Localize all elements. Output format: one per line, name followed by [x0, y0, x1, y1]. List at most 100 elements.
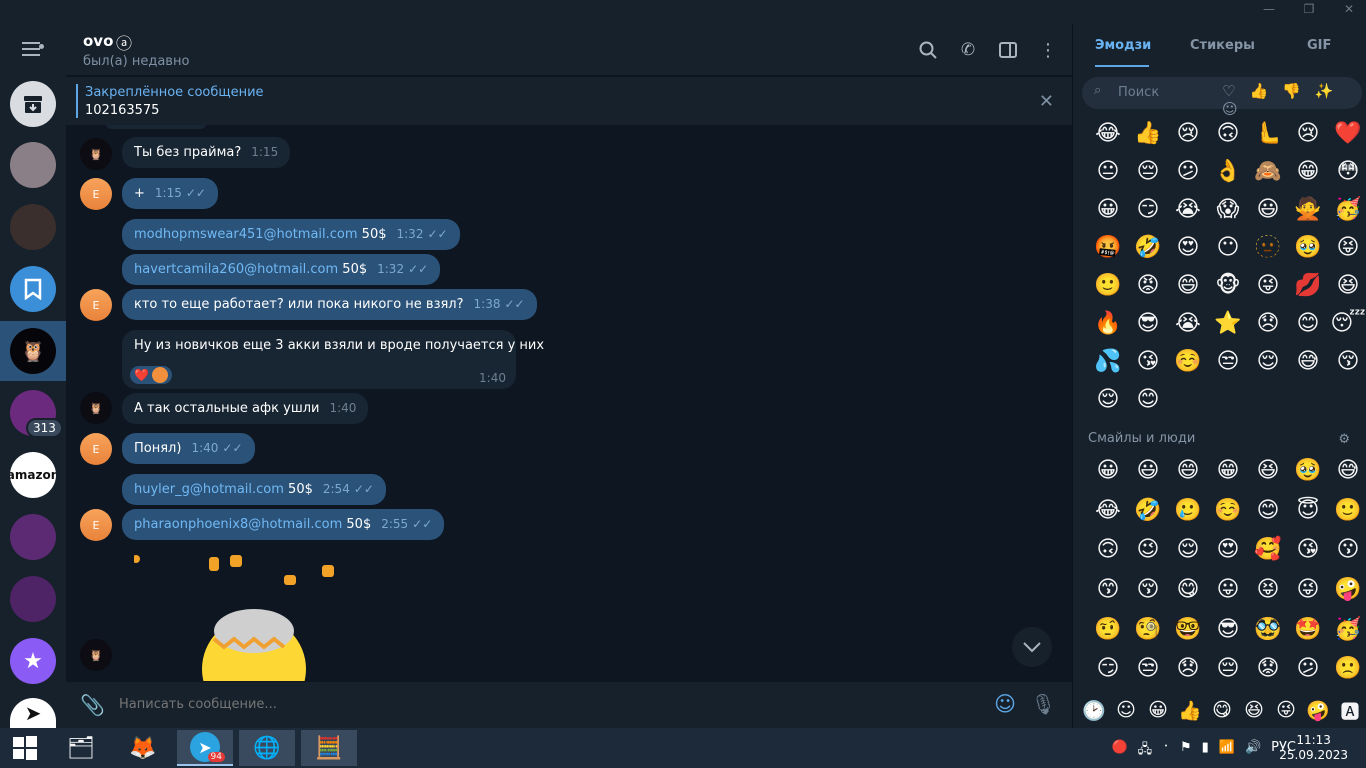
emoji-button[interactable]: 😇: [1288, 497, 1328, 525]
emoji-button[interactable]: 😭: [1168, 196, 1208, 224]
emoji-button[interactable]: 😝: [1248, 576, 1288, 604]
emoji-search[interactable]: ⌕ Поиск ♡👍👎✨☺: [1082, 77, 1362, 118]
emoji-button[interactable]: ☺️: [1208, 497, 1248, 525]
emoji-button[interactable]: 😁: [1288, 158, 1328, 186]
message-bubble[interactable]: А так остальные афк ушли 1:40: [122, 393, 369, 424]
emoji-button[interactable]: 🙂: [1088, 272, 1128, 300]
emoji-button[interactable]: 🙂: [1328, 497, 1366, 525]
more-menu-icon[interactable]: ⋮: [1038, 40, 1058, 61]
emoji-button[interactable]: 😌: [1088, 386, 1128, 414]
scroll-down-button[interactable]: [1012, 627, 1052, 667]
message-bubble[interactable]: pharaonphoenix8@hotmail.com 50$ 2:55 ✓✓: [122, 509, 445, 540]
flag-icon[interactable]: ⚑: [1180, 740, 1192, 762]
emoji-button[interactable]: 😎: [1128, 310, 1168, 338]
emoji-button[interactable]: 👍: [1128, 120, 1168, 148]
message-bubble[interactable]: Ну из новичков еще 3 акки взяли и вроде …: [122, 330, 544, 389]
emoji-button[interactable]: 😌: [1248, 348, 1288, 376]
emoji-button[interactable]: 😡: [1128, 272, 1168, 300]
emoji-button[interactable]: 🥲: [1168, 497, 1208, 525]
emoji-button[interactable]: 😄: [1168, 457, 1208, 485]
emoji-button[interactable]: 🤨: [1088, 616, 1128, 644]
emoji-button[interactable]: 😒: [1208, 348, 1248, 376]
sidebar-toggle-icon[interactable]: [998, 40, 1018, 60]
emoji-button[interactable]: 💦: [1088, 348, 1128, 376]
chat-avatar-2[interactable]: [10, 204, 56, 250]
emoji-button[interactable]: 🙃: [1208, 120, 1248, 148]
chat-item-ovo-active[interactable]: 🦉: [0, 321, 66, 381]
emoji-button[interactable]: 😆: [1328, 272, 1366, 300]
chat-avatar-cryptomix-2[interactable]: [10, 514, 56, 560]
emoji-button[interactable]: 😝: [1328, 234, 1366, 262]
emoji-button[interactable]: ❤️: [1328, 120, 1366, 148]
microphone-icon[interactable]: 🎙: [1031, 692, 1056, 716]
emoji-button[interactable]: 🧐: [1128, 616, 1168, 644]
emoji-button[interactable]: 😀: [1088, 457, 1128, 485]
emoji-button[interactable]: 👌: [1208, 158, 1248, 186]
emoji-button[interactable]: 😱: [1208, 196, 1248, 224]
emoji-category-tab[interactable]: ☺: [1113, 699, 1139, 721]
menu-icon[interactable]: [22, 42, 44, 58]
emoji-button[interactable]: 🥹: [1288, 234, 1328, 262]
close-icon[interactable]: ✕: [1039, 91, 1054, 112]
file-explorer-icon[interactable]: 🗂: [53, 730, 109, 766]
owl-avatar[interactable]: 🦉: [80, 392, 112, 424]
chrome-icon[interactable]: 🌐: [239, 730, 295, 766]
message-bubble[interactable]: havertcamila260@hotmail.com 50$ 1:32 ✓✓: [122, 254, 441, 285]
message-bubble[interactable]: Понял) 1:40 ✓✓: [122, 433, 255, 464]
emoji-button[interactable]: 😅: [1328, 457, 1366, 485]
close-window-icon[interactable]: ✕: [1342, 2, 1356, 16]
emoji-button[interactable]: 😶: [1208, 234, 1248, 262]
emoji-button[interactable]: 😢: [1168, 120, 1208, 148]
emoji-category-tab[interactable]: 👍: [1177, 699, 1203, 722]
windows-start-icon[interactable]: [0, 730, 50, 766]
user-avatar-e[interactable]: E: [80, 433, 112, 465]
emoji-button[interactable]: 🥰: [1248, 536, 1288, 564]
clock[interactable]: 11:13 25.09.2023: [1279, 733, 1348, 763]
phone-icon[interactable]: ✆: [958, 40, 978, 60]
message-bubble[interactable]: кто то еще работает? или пока никого не …: [122, 289, 537, 320]
emoji-button[interactable]: 😐: [1088, 158, 1128, 186]
emoji-button[interactable]: 😔: [1128, 158, 1168, 186]
emoji-button[interactable]: 🤣: [1128, 497, 1168, 525]
emoji-category-tab[interactable]: 🅰: [1337, 697, 1363, 724]
emoji-category-icons[interactable]: ♡👍👎✨☺: [1222, 82, 1362, 118]
emoji-button[interactable]: 😊: [1248, 497, 1288, 525]
emoji-button[interactable]: 🙁: [1328, 655, 1366, 683]
user-avatar-e[interactable]: E: [80, 289, 112, 321]
user-avatar-e[interactable]: E: [80, 178, 112, 210]
firefox-icon[interactable]: 🦊: [115, 730, 171, 766]
emoji-button[interactable]: 😊: [1288, 310, 1328, 338]
emoji-button[interactable]: ⭐: [1208, 310, 1248, 338]
battery-icon[interactable]: ▮: [1202, 740, 1209, 762]
tab-stickers[interactable]: Стикеры: [1190, 38, 1255, 53]
star-icon[interactable]: ★: [10, 638, 56, 684]
emoji-button[interactable]: 😏: [1088, 655, 1128, 683]
message-input[interactable]: [119, 697, 959, 712]
message-bubble[interactable]: modhopmswear451@hotmail.com 50$ 1:32 ✓✓: [122, 219, 460, 250]
emoji-button[interactable]: 😞: [1248, 310, 1288, 338]
settings-sliders-icon[interactable]: ⚙: [1338, 432, 1350, 447]
emoji-category-tab[interactable]: 😆: [1241, 699, 1267, 721]
emoji-button[interactable]: 🤩: [1288, 616, 1328, 644]
calculator-icon[interactable]: 🧮: [301, 730, 357, 766]
emoji-button[interactable]: 😴: [1328, 310, 1366, 338]
emoji-category-tab[interactable]: 🤪: [1305, 699, 1331, 722]
emoji-button[interactable]: 🤓: [1168, 616, 1208, 644]
pinned-message[interactable]: Закреплённое сообщение 102163575 ✕: [66, 77, 1072, 125]
chat-avatar-amazon[interactable]: amazon: [10, 452, 56, 498]
emoji-button[interactable]: 🙅: [1288, 196, 1328, 224]
emoji-button[interactable]: ☺️: [1168, 348, 1208, 376]
emoji-button[interactable]: 😒: [1128, 655, 1168, 683]
search-icon[interactable]: [918, 40, 938, 60]
emoji-button[interactable]: 😉: [1128, 536, 1168, 564]
emoji-button[interactable]: 😛: [1208, 576, 1248, 604]
owl-avatar[interactable]: 🦉: [80, 639, 112, 671]
emoji-button[interactable]: 😙: [1088, 576, 1128, 604]
emoji-button[interactable]: 😅: [1288, 348, 1328, 376]
emoji-button[interactable]: 😃: [1128, 457, 1168, 485]
emoji-button[interactable]: 😍: [1168, 234, 1208, 262]
chat-title[interactable]: ovo: [83, 32, 113, 50]
message-bubble[interactable]: Ты без прайма? 1:15: [122, 137, 291, 168]
emoji-button[interactable]: 😀: [1088, 196, 1128, 224]
emoji-button[interactable]: 😢: [1288, 120, 1328, 148]
